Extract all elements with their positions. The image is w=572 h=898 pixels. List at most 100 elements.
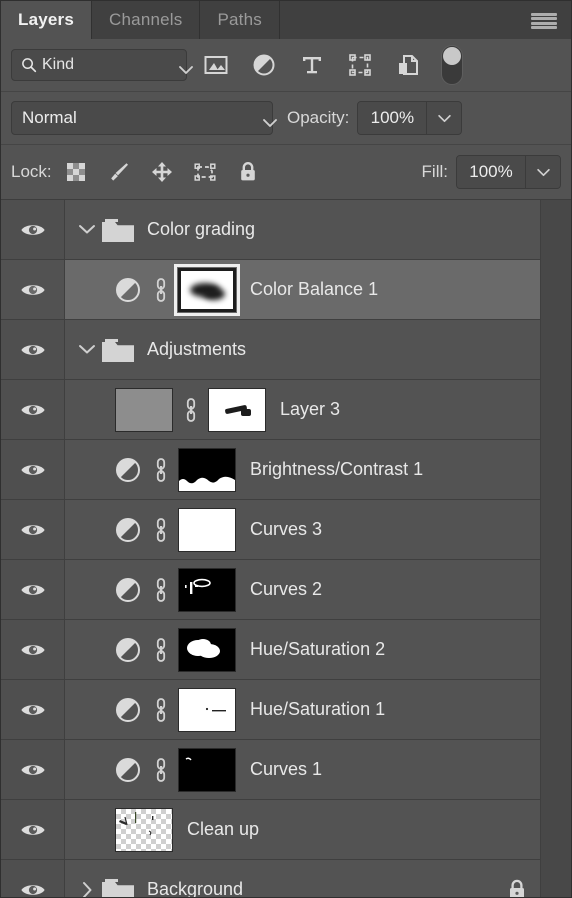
visibility-toggle[interactable] — [1, 200, 65, 259]
layer-mask-thumbnail[interactable] — [178, 687, 236, 732]
layer-list[interactable]: Color grading Color Balance 1 Adjustment… — [1, 200, 571, 897]
tab-layers[interactable]: Layers — [1, 1, 93, 39]
visibility-toggle[interactable] — [1, 740, 65, 799]
layer-mask-thumbnail[interactable] — [178, 567, 236, 612]
layer-mask-thumbnail[interactable] — [208, 387, 266, 432]
visibility-toggle[interactable] — [1, 680, 65, 739]
adjustment-icon[interactable] — [113, 635, 143, 665]
vertical-scrollbar[interactable] — [540, 200, 571, 897]
lock-image-pixels-icon[interactable] — [107, 160, 131, 184]
visibility-toggle[interactable] — [1, 500, 65, 559]
text-t-icon[interactable] — [299, 52, 325, 78]
layer-mask-thumbnail[interactable] — [178, 627, 236, 672]
link-icon[interactable] — [153, 637, 169, 663]
layer-name[interactable]: Color Balance 1 — [250, 279, 378, 300]
adjustment-icon[interactable] — [113, 275, 143, 305]
layer-name[interactable]: Curves 3 — [250, 519, 322, 540]
layer-row-body[interactable]: Clean up — [65, 800, 542, 859]
layer-row-brightness-contrast-1[interactable]: Brightness/Contrast 1 — [1, 440, 542, 500]
link-icon[interactable] — [153, 457, 169, 483]
layer-row-body[interactable]: Hue/Saturation 2 — [65, 620, 542, 679]
layer-name[interactable]: Hue/Saturation 2 — [250, 639, 385, 660]
layer-row-hue-saturation-2[interactable]: Hue/Saturation 2 — [1, 620, 542, 680]
layer-row-curves-1[interactable]: Curves 1 — [1, 740, 542, 800]
layer-row-color-grading[interactable]: Color grading — [1, 200, 542, 260]
layer-name[interactable]: Brightness/Contrast 1 — [250, 459, 423, 480]
tab-paths[interactable]: Paths — [200, 1, 280, 39]
layer-name[interactable]: Clean up — [187, 819, 259, 840]
layer-row-body[interactable]: Adjustments — [65, 320, 542, 379]
lock-artboard-nesting-icon[interactable] — [193, 160, 217, 184]
layer-row-body[interactable]: Background — [65, 860, 542, 897]
adjustment-icon[interactable] — [113, 515, 143, 545]
layer-row-body[interactable]: Hue/Saturation 1 — [65, 680, 542, 739]
kind-filter-select[interactable]: Kind — [11, 49, 193, 81]
image-icon[interactable] — [203, 52, 229, 78]
locked-indicator-icon[interactable] — [506, 878, 528, 898]
link-icon[interactable] — [153, 517, 169, 543]
hamburger-menu-icon[interactable] — [531, 13, 557, 29]
adjustment-icon[interactable] — [113, 575, 143, 605]
layer-row-body[interactable]: Brightness/Contrast 1 — [65, 440, 542, 499]
layer-row-layer-3[interactable]: Layer 3 — [1, 380, 542, 440]
fill-field[interactable]: 100% — [456, 155, 561, 189]
layer-name[interactable]: Color grading — [147, 219, 255, 240]
adjustment-icon[interactable] — [113, 455, 143, 485]
link-icon[interactable] — [153, 577, 169, 603]
layer-row-curves-2[interactable]: Curves 2 — [1, 560, 542, 620]
link-icon[interactable] — [183, 397, 199, 423]
visibility-toggle[interactable] — [1, 800, 65, 859]
adjustment-icon[interactable] — [251, 52, 277, 78]
layer-row-hue-saturation-1[interactable]: Hue/Saturation 1 — [1, 680, 542, 740]
visibility-toggle[interactable] — [1, 620, 65, 679]
filter-enable-toggle[interactable] — [441, 45, 463, 85]
layer-row-body[interactable]: Curves 2 — [65, 560, 542, 619]
layer-mask-thumbnail[interactable] — [178, 507, 236, 552]
layer-name[interactable]: Curves 2 — [250, 579, 322, 600]
fill-chevron-down-icon[interactable] — [525, 156, 560, 188]
layer-mask-thumbnail[interactable] — [178, 747, 236, 792]
smart-object-icon[interactable] — [395, 52, 421, 78]
layer-mask-thumbnail[interactable] — [178, 447, 236, 492]
visibility-toggle[interactable] — [1, 860, 65, 897]
layer-name[interactable]: Layer 3 — [280, 399, 340, 420]
lock-transparent-pixels-icon[interactable] — [64, 160, 88, 184]
layer-row-background[interactable]: Background — [1, 860, 542, 897]
layer-row-curves-3[interactable]: Curves 3 — [1, 500, 542, 560]
opacity-field[interactable]: 100% — [357, 101, 463, 135]
chevron-right-icon[interactable] — [75, 881, 99, 897]
visibility-toggle[interactable] — [1, 380, 65, 439]
layer-thumbnail[interactable] — [115, 807, 173, 852]
visibility-toggle[interactable] — [1, 440, 65, 499]
layer-row-body[interactable]: Color grading — [65, 200, 542, 259]
layer-mask-thumbnail[interactable] — [174, 263, 240, 316]
link-icon[interactable] — [153, 277, 169, 303]
layer-row-adjustments[interactable]: Adjustments — [1, 320, 542, 380]
visibility-toggle[interactable] — [1, 320, 65, 379]
opacity-chevron-down-icon[interactable] — [426, 102, 462, 134]
blend-mode-select[interactable]: Normal — [11, 101, 277, 135]
layer-name[interactable]: Background — [147, 879, 243, 897]
tab-channels[interactable]: Channels — [92, 1, 201, 39]
adjustment-icon[interactable] — [113, 755, 143, 785]
visibility-toggle[interactable] — [1, 260, 65, 319]
fill-value[interactable]: 100% — [457, 156, 525, 188]
visibility-toggle[interactable] — [1, 560, 65, 619]
lock-all-icon[interactable] — [236, 160, 260, 184]
chevron-down-icon[interactable] — [75, 224, 99, 235]
layer-name[interactable]: Hue/Saturation 1 — [250, 699, 385, 720]
opacity-value[interactable]: 100% — [358, 102, 427, 134]
layer-name[interactable]: Adjustments — [147, 339, 246, 360]
adjustment-icon[interactable] — [113, 695, 143, 725]
layer-row-color-balance-1[interactable]: Color Balance 1 — [1, 260, 542, 320]
link-icon[interactable] — [153, 757, 169, 783]
layer-row-body[interactable]: Layer 3 — [65, 380, 542, 439]
layer-thumbnail[interactable] — [115, 387, 173, 432]
layer-row-body[interactable]: Curves 1 — [65, 740, 542, 799]
layer-row-body[interactable]: Color Balance 1 — [65, 260, 542, 319]
link-icon[interactable] — [153, 697, 169, 723]
layer-row-clean-up[interactable]: Clean up — [1, 800, 542, 860]
chevron-down-icon[interactable] — [75, 344, 99, 355]
layer-name[interactable]: Curves 1 — [250, 759, 322, 780]
lock-position-icon[interactable] — [150, 160, 174, 184]
